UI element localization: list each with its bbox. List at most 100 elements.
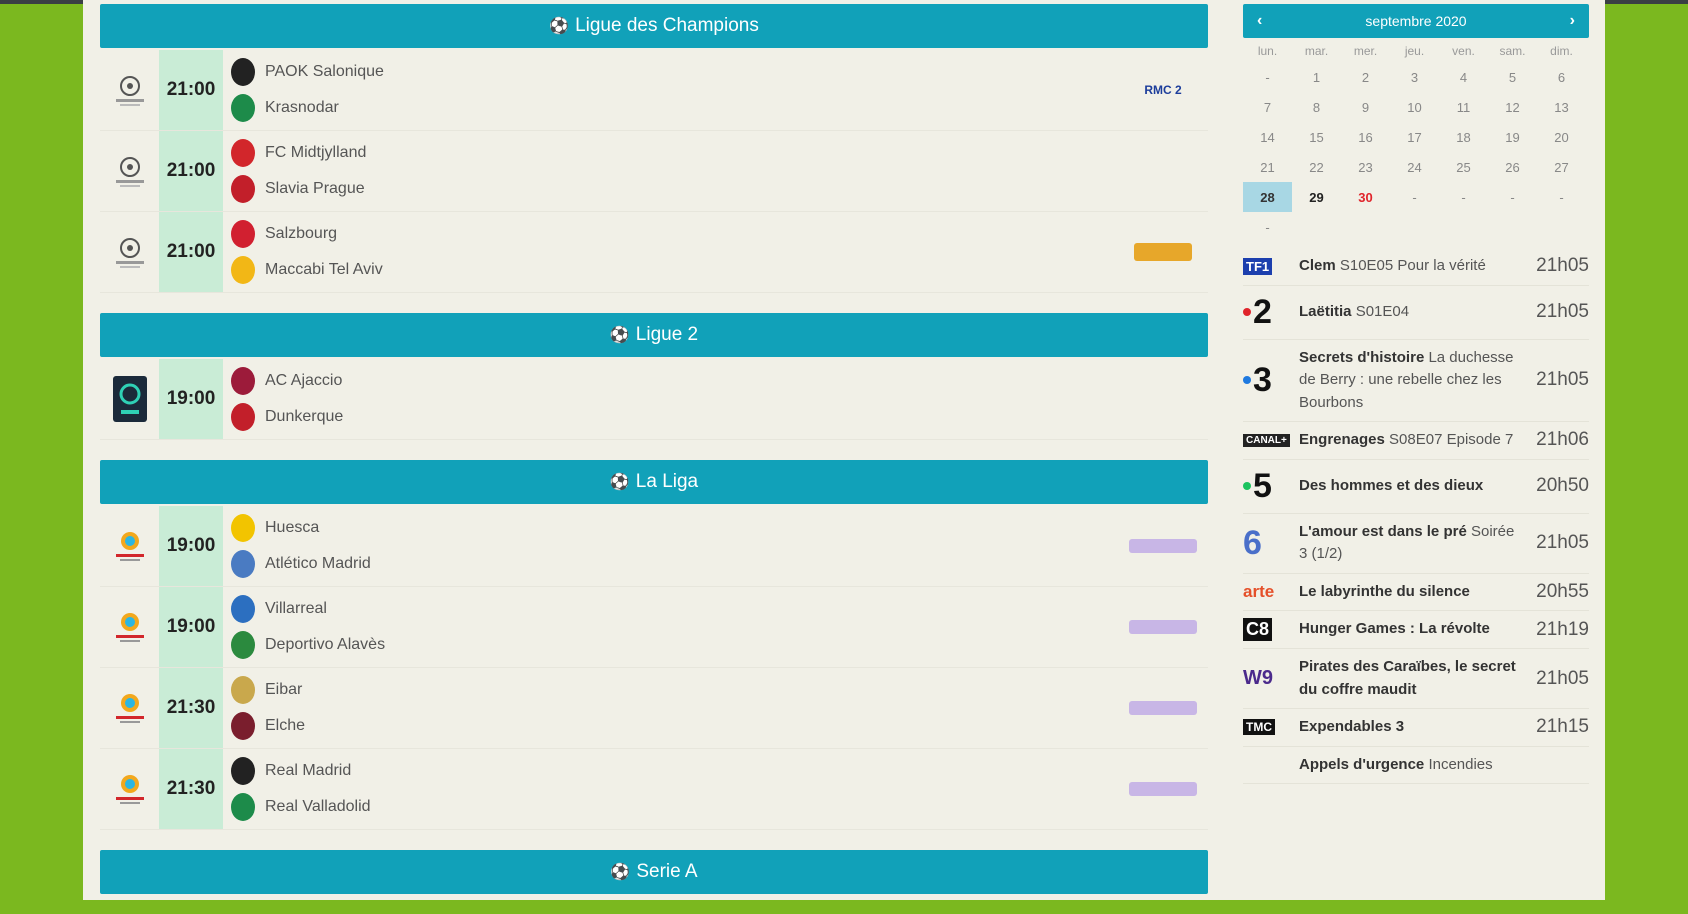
channel-logo	[1118, 668, 1208, 748]
calendar-day[interactable]: 10	[1390, 92, 1439, 122]
calendar-day[interactable]: 18	[1439, 122, 1488, 152]
calendar-day[interactable]: 23	[1341, 152, 1390, 182]
team-away[interactable]: Deportivo Alavès	[231, 631, 1118, 659]
calendar-day[interactable]: 19	[1488, 122, 1537, 152]
channel-logo: RMC 2	[1118, 50, 1208, 130]
program-name: L'amour est dans le pré	[1299, 522, 1467, 540]
match-row[interactable]: 19:00 Huesca Atlético Madrid	[100, 506, 1208, 587]
channel-name: 6	[1243, 523, 1262, 562]
match-row[interactable]: 19:00 Villarreal Deportivo Alavès	[100, 587, 1208, 668]
prev-month-button[interactable]: ‹	[1257, 12, 1262, 30]
team-away[interactable]: Maccabi Tel Aviv	[231, 256, 1118, 284]
calendar-day[interactable]: 4	[1439, 62, 1488, 92]
tv-program-row[interactable]: TMC Expendables 3 21h15	[1243, 709, 1589, 747]
calendar-day[interactable]: 24	[1390, 152, 1439, 182]
match-row[interactable]: 21:30 Real Madrid Real Valladolid	[100, 749, 1208, 830]
team-crest-icon	[231, 514, 255, 542]
calendar-day[interactable]: 22	[1292, 152, 1341, 182]
calendar-day[interactable]: 11	[1439, 92, 1488, 122]
tv-program-row[interactable]: arte Le labyrinthe du silence 20h55	[1243, 574, 1589, 611]
ucl-logo-icon	[100, 50, 159, 130]
calendar-day[interactable]: 25	[1439, 152, 1488, 182]
tv-guide: TF1 Clem S10E05 Pour la vérité 21h05 2 Laëti…	[1243, 248, 1589, 784]
next-month-button[interactable]: ›	[1570, 12, 1575, 30]
team-name: AC Ajaccio	[265, 372, 343, 389]
tv-program-row[interactable]: Appels d'urgence Incendies	[1243, 747, 1589, 784]
team-away[interactable]: Elche	[231, 712, 1118, 740]
tv-program-row[interactable]: CANAL+ Engrenages S08E07 Episode 7 21h06	[1243, 422, 1589, 460]
calendar-day[interactable]: 1	[1292, 62, 1341, 92]
calendar-day[interactable]: 8	[1292, 92, 1341, 122]
team-home[interactable]: Salzbourg	[231, 220, 1118, 248]
team-home[interactable]: PAOK Salonique	[231, 58, 1118, 86]
calendar-day[interactable]: 17	[1390, 122, 1439, 152]
calendar-day[interactable]: 21	[1243, 152, 1292, 182]
competition-header[interactable]: ⚽ La Liga	[100, 460, 1208, 504]
calendar-day[interactable]: 27	[1537, 152, 1586, 182]
calendar-day[interactable]: 12	[1488, 92, 1537, 122]
tv-program-row[interactable]: TF1 Clem S10E05 Pour la vérité 21h05	[1243, 248, 1589, 286]
match-time: 19:00	[159, 506, 223, 586]
channel-logo	[1118, 212, 1208, 292]
calendar-day[interactable]: 14	[1243, 122, 1292, 152]
tv-program-row[interactable]: 6 L'amour est dans le pré Soirée 3 (1/2) 2…	[1243, 514, 1589, 574]
channel-name: 5	[1253, 466, 1272, 505]
tv-program-row[interactable]: 2 Laëtitia S01E04 21h05	[1243, 286, 1589, 340]
team-away[interactable]: Slavia Prague	[231, 175, 1118, 203]
tv-program-row[interactable]: 3 Secrets d'histoire La duchesse de Berry…	[1243, 340, 1589, 422]
program-title: Clem S10E05 Pour la vérité	[1299, 255, 1523, 278]
team-home[interactable]: Real Madrid	[231, 757, 1118, 785]
match-row[interactable]: 21:00 Salzbourg Maccabi Tel Aviv	[100, 212, 1208, 293]
tv-program-row[interactable]: 5 Des hommes et des dieux 20h50	[1243, 460, 1589, 514]
team-home[interactable]: FC Midtjylland	[231, 139, 1118, 167]
calendar-day[interactable]: 30	[1341, 182, 1390, 212]
calendar-day[interactable]: 2	[1341, 62, 1390, 92]
channel-dot-icon	[1243, 376, 1251, 385]
program-name: Appels d'urgence	[1299, 755, 1425, 773]
calendar-day[interactable]: 16	[1341, 122, 1390, 152]
calendar-day[interactable]: 26	[1488, 152, 1537, 182]
team-crest-icon	[231, 367, 255, 395]
team-away[interactable]: Dunkerque	[231, 403, 1118, 431]
program-name: Le labyrinthe du silence	[1299, 582, 1470, 600]
tf-channel-icon	[1134, 243, 1192, 261]
channel-name: CANAL+	[1243, 433, 1290, 447]
calendar-day[interactable]: 20	[1537, 122, 1586, 152]
match-row[interactable]: 21:00 FC Midtjylland Slavia Prague	[100, 131, 1208, 212]
calendar-day: -	[1510, 189, 1515, 205]
team-name: Salzbourg	[265, 225, 338, 242]
calendar-day[interactable]: 28	[1243, 182, 1292, 212]
tv-program-row[interactable]: C8 Hunger Games : La révolte 21h19	[1243, 611, 1589, 649]
team-away[interactable]: Krasnodar	[231, 94, 1118, 122]
team-home[interactable]: Eibar	[231, 676, 1118, 704]
team-home[interactable]: Villarreal	[231, 595, 1118, 623]
team-crest-icon	[231, 220, 255, 248]
calendar-day[interactable]: 13	[1537, 92, 1586, 122]
match-row[interactable]: 21:00 PAOK Salonique Krasnodar RMC 2	[100, 50, 1208, 131]
tv-program-row[interactable]: W9 Pirates des Caraïbes, le secret du cof…	[1243, 649, 1589, 709]
calendar-day[interactable]: 15	[1292, 122, 1341, 152]
competition-title: Serie A	[636, 861, 698, 882]
calendar-day[interactable]: 5	[1488, 62, 1537, 92]
team-away[interactable]: Atlético Madrid	[231, 550, 1118, 578]
competition-header[interactable]: ⚽ Ligue des Champions	[100, 4, 1208, 48]
calendar-day[interactable]: 29	[1292, 182, 1341, 212]
program-title: Hunger Games : La révolte	[1299, 618, 1523, 641]
match-row[interactable]: 19:00 AC Ajaccio Dunkerque	[100, 359, 1208, 440]
program-time: 21h06	[1536, 429, 1589, 451]
competition-header[interactable]: ⚽ Serie A	[100, 850, 1208, 894]
match-time: 21:30	[159, 668, 223, 748]
calendar-day[interactable]: 9	[1341, 92, 1390, 122]
team-home[interactable]: Huesca	[231, 514, 1118, 542]
rmc-sport-icon: RMC 2	[1144, 83, 1182, 97]
channel-logo-icon: 3	[1243, 361, 1299, 400]
calendar-day[interactable]: 7	[1243, 92, 1292, 122]
day-of-week: sam.	[1499, 44, 1526, 58]
calendar-day[interactable]: 6	[1537, 62, 1586, 92]
team-crest-icon	[231, 712, 255, 740]
match-row[interactable]: 21:30 Eibar Elche	[100, 668, 1208, 749]
team-away[interactable]: Real Valladolid	[231, 793, 1118, 821]
calendar-day[interactable]: 3	[1390, 62, 1439, 92]
competition-header[interactable]: ⚽ Ligue 2	[100, 313, 1208, 357]
team-home[interactable]: AC Ajaccio	[231, 367, 1118, 395]
